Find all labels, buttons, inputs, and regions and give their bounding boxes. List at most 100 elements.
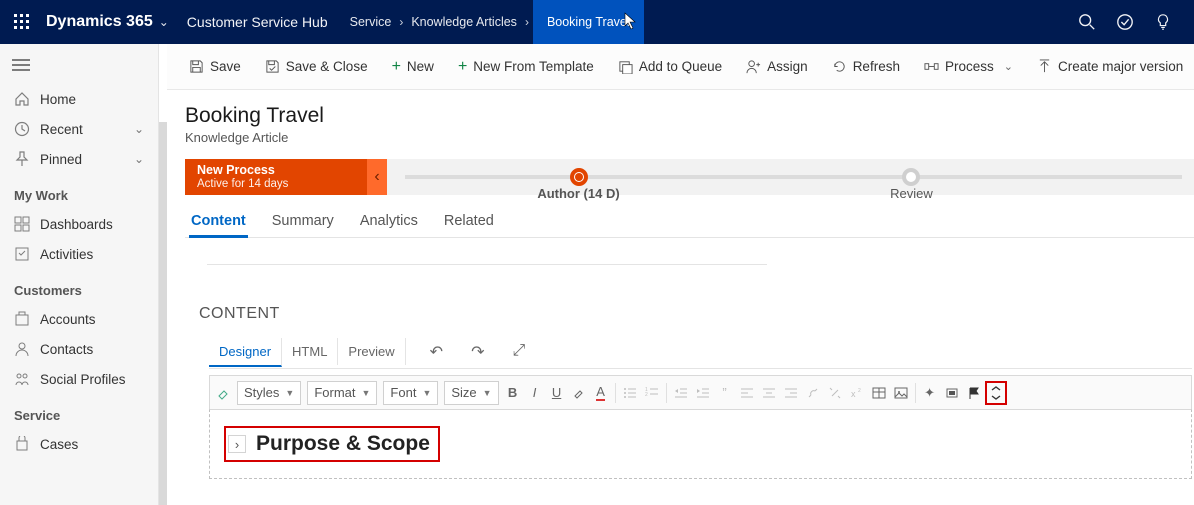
format-select[interactable]: Format▼ (307, 381, 377, 405)
quote-icon: ” (722, 385, 726, 400)
bold-button[interactable]: B (502, 381, 524, 405)
size-select[interactable]: Size▼ (444, 381, 498, 405)
add-to-queue-button[interactable]: Add to Queue (610, 53, 730, 80)
align-left-button[interactable] (736, 381, 758, 405)
chevron-down-icon: ⌄ (134, 152, 144, 166)
sidebar-item-recent[interactable]: Recent ⌄ (0, 114, 158, 144)
editor-content-area[interactable]: › Purpose & Scope (209, 409, 1192, 479)
clear-format-button[interactable] (212, 381, 234, 405)
save-button[interactable]: Save (181, 53, 249, 80)
save-close-icon (265, 59, 280, 74)
mode-preview[interactable]: Preview (338, 338, 405, 365)
stage-author[interactable]: Author (14 D) (570, 168, 588, 186)
page-title: Booking Travel (185, 104, 1194, 128)
anchor-button[interactable]: x2 (846, 381, 868, 405)
expand-button[interactable]: ⤢ (512, 342, 525, 362)
redo-button[interactable]: ↷ (471, 342, 484, 362)
sidebar-item-label: Home (40, 92, 76, 107)
sidebar-item-label: Recent (40, 122, 83, 137)
sidebar-item-activities[interactable]: Activities (0, 239, 158, 269)
image-button[interactable] (890, 381, 912, 405)
stage-track (405, 175, 1182, 179)
lightbulb-icon[interactable] (1154, 13, 1172, 31)
sidebar-item-social-profiles[interactable]: Social Profiles (0, 364, 158, 394)
breadcrumb-active[interactable]: Booking Travel (533, 0, 644, 44)
page-subtitle: Knowledge Article (185, 130, 1194, 145)
app-launcher-button[interactable] (8, 8, 36, 36)
cmd-label: New From Template (473, 59, 594, 74)
align-center-icon (762, 386, 776, 400)
tab-summary[interactable]: Summary (270, 209, 336, 237)
command-bar: Save Save & Close + New + New From Templ… (167, 44, 1194, 90)
sidebar: Home Recent ⌄ Pinned ⌄ My Work Dashboard… (0, 44, 159, 505)
collapse-toolbar-button[interactable] (985, 381, 1007, 405)
create-major-version-button[interactable]: Create major version (1029, 53, 1191, 80)
tab-content[interactable]: Content (189, 209, 248, 237)
save-close-button[interactable]: Save & Close (257, 53, 376, 80)
indent-button[interactable] (692, 381, 714, 405)
table-button[interactable] (868, 381, 890, 405)
unlink-button[interactable] (824, 381, 846, 405)
assign-button[interactable]: Assign (738, 53, 816, 80)
process-pill[interactable]: New Process Active for 14 days (185, 159, 367, 195)
search-icon[interactable] (1078, 13, 1096, 31)
editor-toolbar: Styles▼ Format▼ Font▼ Size▼ B I U A 12 (209, 375, 1192, 409)
align-left-icon (740, 386, 754, 400)
cmd-label: Process (945, 59, 994, 74)
task-flow-icon[interactable] (1116, 13, 1134, 31)
outdent-button[interactable] (670, 381, 692, 405)
refresh-button[interactable]: Refresh (824, 53, 908, 80)
styles-select[interactable]: Styles▼ (237, 381, 301, 405)
font-select[interactable]: Font▼ (383, 381, 438, 405)
italic-button[interactable]: I (524, 381, 546, 405)
link-button[interactable] (802, 381, 824, 405)
sidebar-group-service: Service (0, 394, 158, 429)
sidebar-item-label: Social Profiles (40, 372, 126, 387)
font-color-button[interactable]: A (590, 381, 612, 405)
process-back-button[interactable]: ‹ (367, 159, 387, 195)
sidebar-collapse-button[interactable] (0, 50, 158, 84)
blockquote-button[interactable]: ” (714, 381, 736, 405)
underline-button[interactable]: U (546, 381, 568, 405)
bullet-list-button[interactable] (619, 381, 641, 405)
brand-label[interactable]: Dynamics 365 (46, 13, 153, 31)
sidebar-item-label: Accounts (40, 312, 96, 327)
undo-button[interactable]: ↶ (430, 342, 443, 362)
outdent-icon (674, 386, 688, 400)
align-right-button[interactable] (780, 381, 802, 405)
ai-suggest-button[interactable]: ✦ (919, 381, 941, 405)
sidebar-item-contacts[interactable]: Contacts (0, 334, 158, 364)
select-label: Font (390, 385, 416, 400)
tab-related[interactable]: Related (442, 209, 496, 237)
cmd-label: Refresh (853, 59, 900, 74)
mode-html[interactable]: HTML (282, 338, 338, 365)
breadcrumb-service[interactable]: Service (350, 15, 392, 29)
process-button[interactable]: Process ⌄ (916, 53, 1021, 80)
svg-text:x: x (851, 389, 856, 399)
numbered-list-button[interactable]: 12 (641, 381, 663, 405)
embed-button[interactable] (941, 381, 963, 405)
sidebar-scrollbar[interactable] (159, 122, 167, 505)
tab-analytics[interactable]: Analytics (358, 209, 420, 237)
brand-caret-icon[interactable]: ⌄ (159, 15, 169, 29)
mode-designer[interactable]: Designer (209, 338, 282, 367)
new-button[interactable]: + New (384, 52, 442, 82)
breadcrumb-knowledge-articles[interactable]: Knowledge Articles (411, 15, 517, 29)
sidebar-item-accounts[interactable]: Accounts (0, 304, 158, 334)
chevron-down-icon: ⌄ (1004, 60, 1013, 73)
hub-label[interactable]: Customer Service Hub (187, 14, 328, 30)
expand-section-button[interactable]: › (228, 435, 246, 453)
process-icon (924, 59, 939, 74)
align-center-button[interactable] (758, 381, 780, 405)
sidebar-item-cases[interactable]: Cases (0, 429, 158, 459)
stage-review[interactable]: Review (902, 168, 920, 186)
sidebar-item-dashboards[interactable]: Dashboards (0, 209, 158, 239)
highlight-button[interactable] (568, 381, 590, 405)
flag-button[interactable] (963, 381, 985, 405)
eraser-icon (216, 386, 230, 400)
sidebar-item-home[interactable]: Home (0, 84, 158, 114)
process-name: New Process (197, 164, 335, 178)
new-from-template-button[interactable]: + New From Template (450, 52, 602, 82)
content-heading-block[interactable]: › Purpose & Scope (224, 426, 440, 462)
sidebar-item-pinned[interactable]: Pinned ⌄ (0, 144, 158, 174)
